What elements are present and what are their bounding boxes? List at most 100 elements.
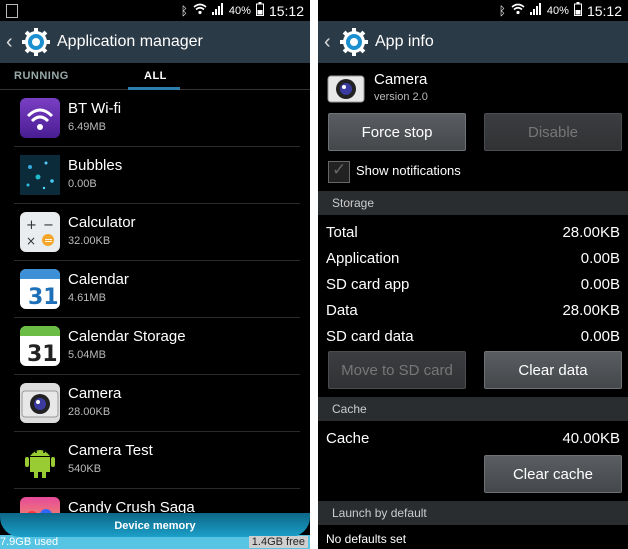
settings-gear-icon: [340, 28, 368, 56]
storage-value: 28.00KB: [562, 224, 620, 241]
storage-value: 0.00B: [580, 328, 620, 345]
memory-free: 1.4GB free: [248, 536, 308, 548]
list-item[interactable]: BT Wi-fi 6.49MB: [14, 90, 300, 147]
storage-row-sd-card-app: SD card app 0.00B: [326, 271, 620, 297]
memory-label: Device memory: [114, 520, 196, 532]
app-size: 6.49MB: [68, 121, 106, 133]
svg-text:31: 31: [28, 285, 59, 309]
list-item[interactable]: Camera 28.00KB: [14, 375, 300, 432]
storage-row-application: Application 0.00B: [326, 245, 620, 271]
calendar-storage-app-icon: 31: [20, 326, 60, 366]
battery-icon: [573, 2, 582, 19]
storage-label: SD card data: [326, 328, 414, 345]
tab-all[interactable]: ALL: [144, 70, 167, 82]
cache-section-header: Cache: [318, 397, 628, 421]
storage-value: 0.00B: [580, 276, 620, 293]
show-notifications-label: Show notifications: [356, 163, 461, 178]
tab-bar: RUNNING ALL: [0, 63, 310, 90]
app-name: Calendar Storage: [68, 328, 186, 345]
app-size: 5.04MB: [68, 349, 106, 361]
storage-row-sd-card-data: SD card data 0.00B: [326, 323, 620, 349]
app-name: Camera: [374, 71, 428, 88]
wifi-icon: [511, 3, 525, 18]
battery-icon: [255, 2, 264, 19]
tab-running[interactable]: RUNNING: [14, 70, 69, 82]
status-bar: ᛒ 40% 15:12: [318, 0, 628, 21]
storage-section-header: Storage: [318, 191, 628, 215]
cache-label: Cache: [326, 430, 370, 447]
back-arrow-icon[interactable]: ‹: [324, 31, 336, 54]
app-header: Camera version 2.0: [318, 63, 628, 113]
storage-label: SD card app: [326, 276, 410, 293]
cache-buttons: Clear cache: [318, 455, 628, 501]
bluetooth-icon: ᛒ: [180, 3, 188, 18]
storage-label: Data: [326, 302, 358, 319]
app-name: Calculator: [68, 214, 136, 231]
svg-text:31: 31: [27, 342, 58, 366]
storage-row-data: Data 28.00KB: [326, 297, 620, 323]
action-buttons: Force stop Disable: [318, 113, 628, 161]
storage-label: Application: [326, 250, 400, 267]
disable-button[interactable]: Disable: [484, 113, 622, 151]
bubbles-app-icon: [20, 155, 60, 195]
clock: 15:12: [586, 2, 622, 19]
camera-app-icon: [20, 383, 60, 423]
app-size: 28.00KB: [68, 406, 111, 418]
list-item[interactable]: Camera Test 540KB: [14, 432, 300, 489]
app-name: Camera: [68, 385, 122, 402]
memory-used: 7.9GB used: [0, 536, 59, 548]
list-item[interactable]: + − × = Calculator 32.00KB: [14, 204, 300, 261]
android-app-icon: [20, 440, 60, 480]
device-memory-bar: Device memory 7.9GB used 1.4GB free: [0, 513, 310, 549]
settings-gear-icon: [22, 28, 50, 56]
calculator-app-icon: + − × =: [20, 212, 60, 252]
force-stop-button[interactable]: Force stop: [328, 113, 466, 151]
app-name: Camera Test: [68, 442, 153, 459]
storage-value: 0.00B: [580, 250, 620, 267]
app-size: 4.61MB: [68, 292, 106, 304]
list-item[interactable]: Bubbles 0.00B: [14, 147, 300, 204]
status-bar: ᛒ 40% 15:12: [0, 0, 310, 21]
no-defaults-text: No defaults set: [326, 532, 407, 546]
action-bar: ‹ Application manager: [0, 21, 310, 63]
clock: 15:12: [268, 2, 304, 19]
app-name: Calendar: [68, 271, 129, 288]
svg-text:×: ×: [26, 234, 36, 248]
list-item[interactable]: 31 Calendar 4.61MB: [14, 261, 300, 318]
battery-percent: 40%: [546, 4, 569, 17]
svg-text:=: =: [44, 234, 53, 247]
app-name: Bubbles: [68, 157, 123, 174]
wifi-app-icon: [20, 98, 60, 138]
page-title: App info: [375, 33, 434, 50]
move-to-sd-card-button[interactable]: Move to SD card: [328, 351, 466, 389]
action-bar: ‹ App info: [318, 21, 628, 63]
show-notifications-row[interactable]: ✓ Show notifications: [318, 160, 628, 185]
app-version: version 2.0: [374, 91, 428, 103]
bluetooth-icon: ᛒ: [498, 3, 506, 18]
wifi-icon: [193, 3, 207, 18]
back-arrow-icon[interactable]: ‹: [6, 31, 18, 54]
app-manager-screen: ᛒ 40% 15:12 ‹ Application manager RUNNIN…: [0, 0, 310, 549]
storage-label: Total: [326, 224, 358, 241]
storage-buttons: Move to SD card Clear data: [318, 351, 628, 397]
app-name: BT Wi-fi: [68, 100, 122, 117]
cache-row: Cache 40.00KB: [326, 425, 620, 451]
show-notifications-checkbox[interactable]: ✓: [328, 160, 350, 183]
clear-cache-button[interactable]: Clear cache: [484, 455, 622, 493]
app-info-screen: ᛒ 40% 15:12 ‹ App info Camera version 2.…: [318, 0, 628, 549]
page-title: Application manager: [57, 33, 203, 50]
clear-data-button[interactable]: Clear data: [484, 351, 622, 389]
list-item[interactable]: 31 Calendar Storage 5.04MB: [14, 318, 300, 375]
app-size: 0.00B: [68, 178, 97, 190]
cache-value: 40.00KB: [562, 430, 620, 447]
app-size: 540KB: [68, 463, 102, 475]
app-size: 32.00KB: [68, 235, 111, 247]
signal-icon: [211, 3, 224, 18]
storage-value: 28.00KB: [562, 302, 620, 319]
calendar-app-icon: 31: [20, 269, 60, 309]
storage-row-total: Total 28.00KB: [326, 219, 620, 245]
checkmark-icon: ✓: [332, 160, 347, 179]
app-list: BT Wi-fi 6.49MB Bubbles 0.00B + − × = Calcu…: [0, 90, 310, 546]
screenshot-icon: [6, 4, 18, 18]
svg-text:−: −: [43, 218, 54, 233]
